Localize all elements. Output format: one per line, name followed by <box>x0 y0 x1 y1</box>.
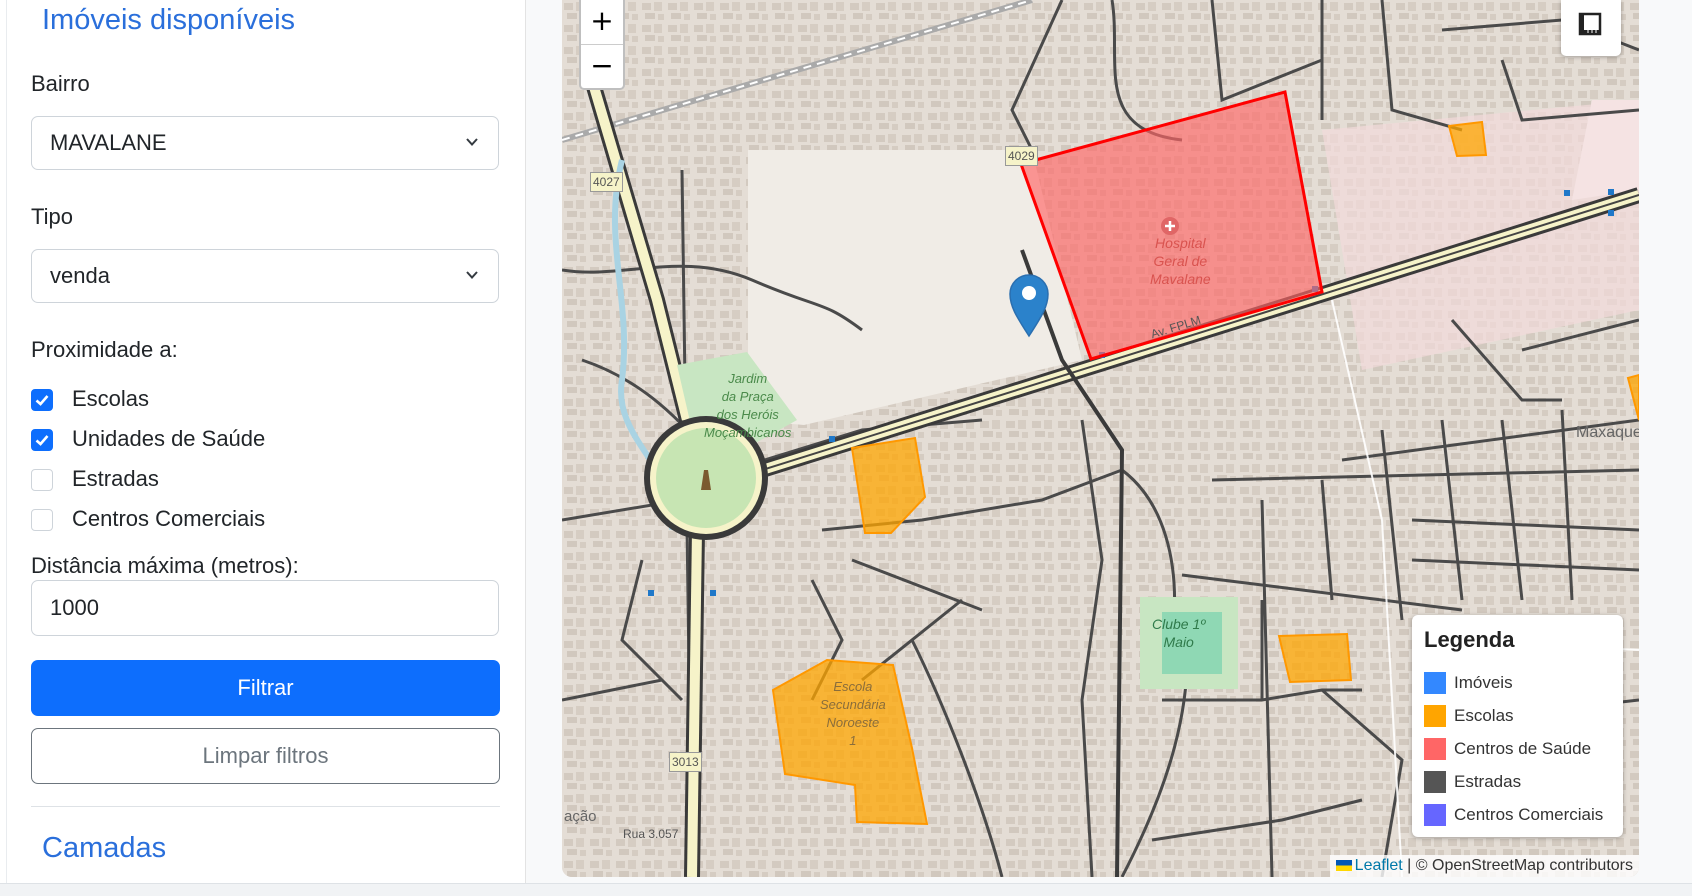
road-shield-4029: 4029 <box>1005 146 1038 166</box>
road-shield-4027: 4027 <box>590 172 623 192</box>
proximidade-label: Proximidade a: <box>31 337 178 362</box>
tipo-select[interactable]: venda <box>31 249 499 303</box>
label-escola-line4: 1 <box>849 733 857 748</box>
label-jardim-line4: Moçambicanos <box>704 425 792 440</box>
label-jardim-line3: dos Heróis <box>716 407 779 422</box>
street-label-rua3057: Rua 3.057 <box>623 827 679 841</box>
tipo-label: Tipo <box>31 204 73 229</box>
bairro-selected-value: MAVALANE <box>50 130 167 155</box>
filter-button[interactable]: Filtrar <box>31 660 500 716</box>
checkbox-escolas[interactable] <box>31 389 53 411</box>
road-shield-3013: 3013 <box>669 752 702 772</box>
chevron-down-icon <box>466 138 478 146</box>
legend-swatch <box>1424 804 1446 826</box>
sidebar-title: Imóveis disponíveis <box>42 4 296 36</box>
checkbox-centros-comerciais[interactable] <box>31 509 53 531</box>
zoom-in-button[interactable]: + <box>581 0 623 44</box>
label-hospital-line3: Mavalane <box>1150 271 1211 287</box>
legend-label: Escolas <box>1454 706 1514 725</box>
label-clube-line1: Clube 1º <box>1152 616 1206 632</box>
legend-swatch <box>1424 672 1446 694</box>
attribution-separator: | © <box>1402 857 1432 874</box>
map-container[interactable]: Hospital Geral de Mavalane Jardim da Pra… <box>562 0 1639 877</box>
label-escola-line3: Noroeste <box>826 715 880 730</box>
map-attribution: Leaflet | © OpenStreetMap contributors <box>1329 855 1639 877</box>
distancia-label: Distância máxima (metros): <box>31 553 299 578</box>
legend-label: Centros de Saúde <box>1454 739 1592 758</box>
label-clube: Clube 1º Maio <box>1152 615 1205 651</box>
sidebar-edge <box>6 0 7 895</box>
label-hospital-line2: Geral de <box>1153 253 1208 269</box>
legend-title: Legenda <box>1424 627 1515 652</box>
ruler-icon <box>1578 12 1602 36</box>
checkbox-label-unidades-saude: Unidades de Saúde <box>72 426 266 451</box>
legend-label: Centros Comerciais <box>1454 805 1604 824</box>
label-escola-line1: Escola <box>833 679 873 694</box>
filter-sidebar: Imóveis disponíveis Bairro MAVALANE Tipo… <box>0 0 526 895</box>
layers-title: Camadas <box>42 832 167 864</box>
leaflet-link[interactable]: Leaflet <box>1355 857 1403 874</box>
tipo-selected-value: venda <box>50 263 110 288</box>
zoom-control: + − <box>579 0 625 90</box>
label-hospital: Hospital Geral de Mavalane <box>1150 234 1211 288</box>
bairro-label: Bairro <box>31 71 90 96</box>
checkbox-label-estradas: Estradas <box>72 466 159 491</box>
divider <box>31 806 500 807</box>
checkbox-label-escolas: Escolas <box>72 386 150 411</box>
label-escola: Escola Secundária Noroeste 1 <box>820 678 886 750</box>
legend-swatch <box>1424 705 1446 727</box>
zoom-out-button[interactable]: − <box>581 44 623 89</box>
label-jardim-line2: da Praça <box>721 389 774 404</box>
label-clube-line2: Maio <box>1163 634 1194 650</box>
checkbox-unidades-saude[interactable] <box>31 429 53 451</box>
map-legend: Legenda Imóveis Escolas Centros de Saúde… <box>1412 615 1623 837</box>
school-area-3[interactable] <box>1277 632 1353 684</box>
legend-label: Imóveis <box>1454 673 1513 692</box>
horizontal-scrollbar[interactable] <box>0 883 1692 896</box>
checkbox-label-centros-comerciais: Centros Comerciais <box>72 506 266 531</box>
label-hospital-line1: Hospital <box>1155 235 1206 251</box>
checkmark-icon <box>35 435 49 446</box>
label-jardim-line1: Jardim <box>728 371 768 386</box>
place-label-fragment: ação <box>564 808 597 825</box>
legend-swatch <box>1424 738 1446 760</box>
distancia-input[interactable]: 1000 <box>31 580 499 636</box>
ukraine-flag-icon <box>1335 860 1352 871</box>
legend-swatch <box>1424 771 1446 793</box>
clear-filters-button[interactable]: Limpar filtros <box>31 728 500 784</box>
checkbox-estradas[interactable] <box>31 469 53 491</box>
legend-label: Estradas <box>1454 772 1522 791</box>
measure-tool-button[interactable] <box>1561 0 1621 56</box>
chevron-down-icon <box>466 271 478 279</box>
bairro-select[interactable]: MAVALANE <box>31 116 499 170</box>
checkmark-icon <box>35 395 49 406</box>
osm-link[interactable]: OpenStreetMap contributors <box>1432 857 1633 874</box>
label-maxaquene: Maxaquene <box>1576 424 1639 441</box>
label-escola-line2: Secundária <box>820 697 886 712</box>
label-jardim: Jardim da Praça dos Heróis Moçambicanos <box>704 370 791 442</box>
